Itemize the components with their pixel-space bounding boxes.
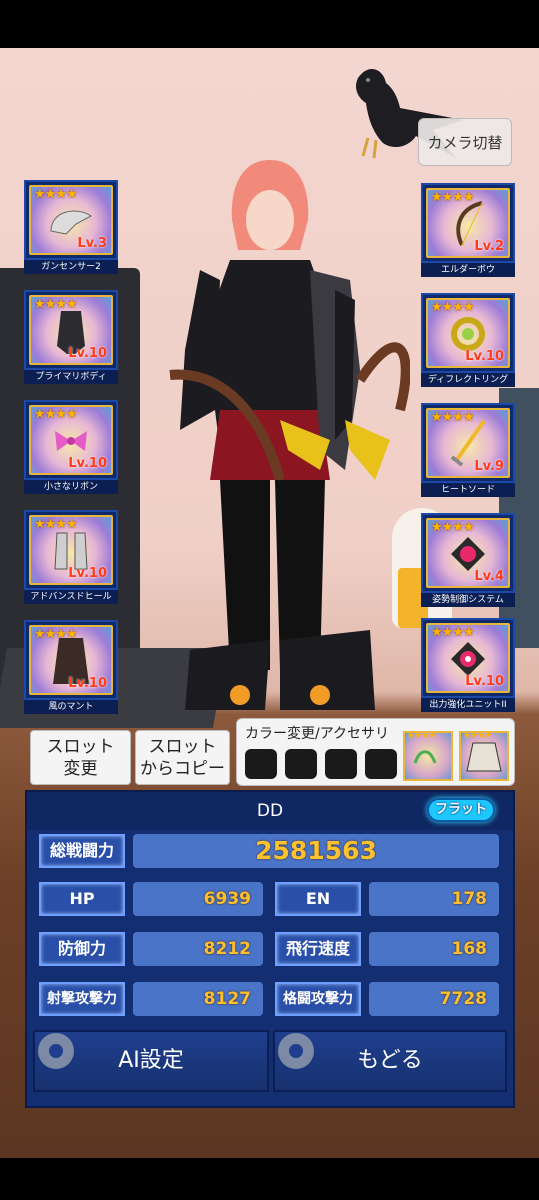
en-label: EN [275, 882, 361, 916]
equip-slot-right-2[interactable]: ★★★★ Lv.10 ディフレクトリング [421, 293, 515, 387]
melee-attack-value: 7728 [369, 982, 499, 1016]
back-label: もどる [357, 1048, 423, 1073]
camera-switch-button[interactable]: カメラ切替 [418, 118, 512, 166]
slot-name: ディフレクトリング [421, 373, 515, 387]
slot-level: Lv.10 [68, 346, 107, 361]
slot-name: 小さなリボン [24, 480, 118, 494]
en-value: 178 [369, 882, 499, 916]
slot-change-label-1: スロット [46, 736, 115, 757]
slot-name: 姿勢制御システム [421, 593, 515, 607]
slot-name: アドバンスドヒール [24, 590, 118, 604]
slot-level: Lv.10 [68, 456, 107, 471]
slot-level: Lv.10 [68, 566, 107, 581]
slot-copy-button[interactable]: スロット からコピー [135, 730, 230, 785]
slot-name: 出力強化ユニットII [421, 698, 515, 712]
flight-speed-label: 飛行速度 [275, 932, 361, 966]
slot-level: Lv.9 [474, 459, 504, 474]
rarity-stars: ★★★★ [34, 187, 78, 202]
gear-icon [278, 1033, 314, 1069]
rarity-stars: ★★★★ [463, 731, 492, 741]
equip-slot-right-4[interactable]: ★★★★ Lv.4 姿勢制御システム [421, 513, 515, 607]
defense-label: 防御力 [39, 932, 125, 966]
slot-copy-label-2: からコピー [140, 758, 225, 779]
accessory-slot-1[interactable]: ★★★★ [403, 731, 453, 781]
slot-change-button[interactable]: スロット 変更 [30, 730, 131, 785]
flat-badge[interactable]: フラット [427, 798, 495, 822]
ribbon-icon [55, 431, 87, 452]
color-slot-4[interactable] [365, 749, 397, 779]
rarity-stars: ★★★★ [407, 731, 436, 741]
color-slot-3[interactable] [325, 749, 357, 779]
slot-level: Lv.10 [465, 674, 504, 689]
equip-slot-left-3[interactable]: ★★★★ Lv.10 小さなリボン [24, 400, 118, 494]
total-power-label: 総戦闘力 [39, 834, 125, 868]
equip-slot-right-3[interactable]: ★★★★ Lv.9 ヒートソード [421, 403, 515, 497]
color-slot-2[interactable] [285, 749, 317, 779]
rarity-stars: ★★★★ [431, 300, 475, 315]
back-button[interactable]: もどる [273, 1030, 507, 1092]
color-slot-1[interactable] [245, 749, 277, 779]
slot-name: ガンセンサー2 [24, 260, 118, 274]
melee-attack-label: 格闘攻撃力 [275, 982, 361, 1016]
slot-level: Lv.4 [474, 569, 504, 584]
slot-copy-label-1: スロット [148, 736, 217, 757]
slot-level: Lv.10 [68, 676, 107, 691]
slot-name: ヒートソード [421, 483, 515, 497]
flight-speed-value: 168 [369, 932, 499, 966]
slot-name: プライマリボディ [24, 370, 118, 384]
ai-settings-label: AI設定 [118, 1048, 184, 1073]
accessory-slot-2[interactable]: ★★★★ [459, 731, 509, 781]
color-panel-title: カラー変更/アクセサリ [245, 726, 390, 742]
slot-name: エルダーボウ [421, 263, 515, 277]
slot-name: 風のマント [24, 700, 118, 714]
equip-slot-right-1[interactable]: ★★★★ Lv.2 エルダーボウ [421, 183, 515, 277]
color-accessory-panel: カラー変更/アクセサリ ★★★★ ★★★★ [236, 718, 515, 786]
slot-level: Lv.3 [77, 236, 107, 251]
equip-slot-left-4[interactable]: ★★★★ Lv.10 アドバンスドヒール [24, 510, 118, 604]
equip-slot-left-1[interactable]: ★★★★ Lv.3 ガンセンサー2 [24, 180, 118, 274]
ranged-attack-value: 8127 [133, 982, 263, 1016]
ai-settings-button[interactable]: AI設定 [33, 1030, 269, 1092]
hp-value: 6939 [133, 882, 263, 916]
total-power-value: 2581563 [133, 834, 499, 868]
rarity-stars: ★★★★ [34, 407, 78, 422]
slot-change-label-2: 変更 [63, 758, 98, 779]
equip-slot-left-2[interactable]: ★★★★ Lv.10 プライマリボディ [24, 290, 118, 384]
equip-slot-right-5[interactable]: ★★★★ Lv.10 出力強化ユニットII [421, 618, 515, 712]
helmet-icon [50, 210, 92, 235]
slot-level: Lv.2 [474, 239, 504, 254]
ranged-attack-label: 射撃攻撃力 [39, 982, 125, 1016]
hp-label: HP [39, 882, 125, 916]
slot-level: Lv.10 [465, 349, 504, 364]
equip-slot-left-5[interactable]: ★★★★ Lv.10 風のマント [24, 620, 118, 714]
gear-icon [38, 1033, 74, 1069]
defense-value: 8212 [133, 932, 263, 966]
character-model [169, 160, 410, 710]
